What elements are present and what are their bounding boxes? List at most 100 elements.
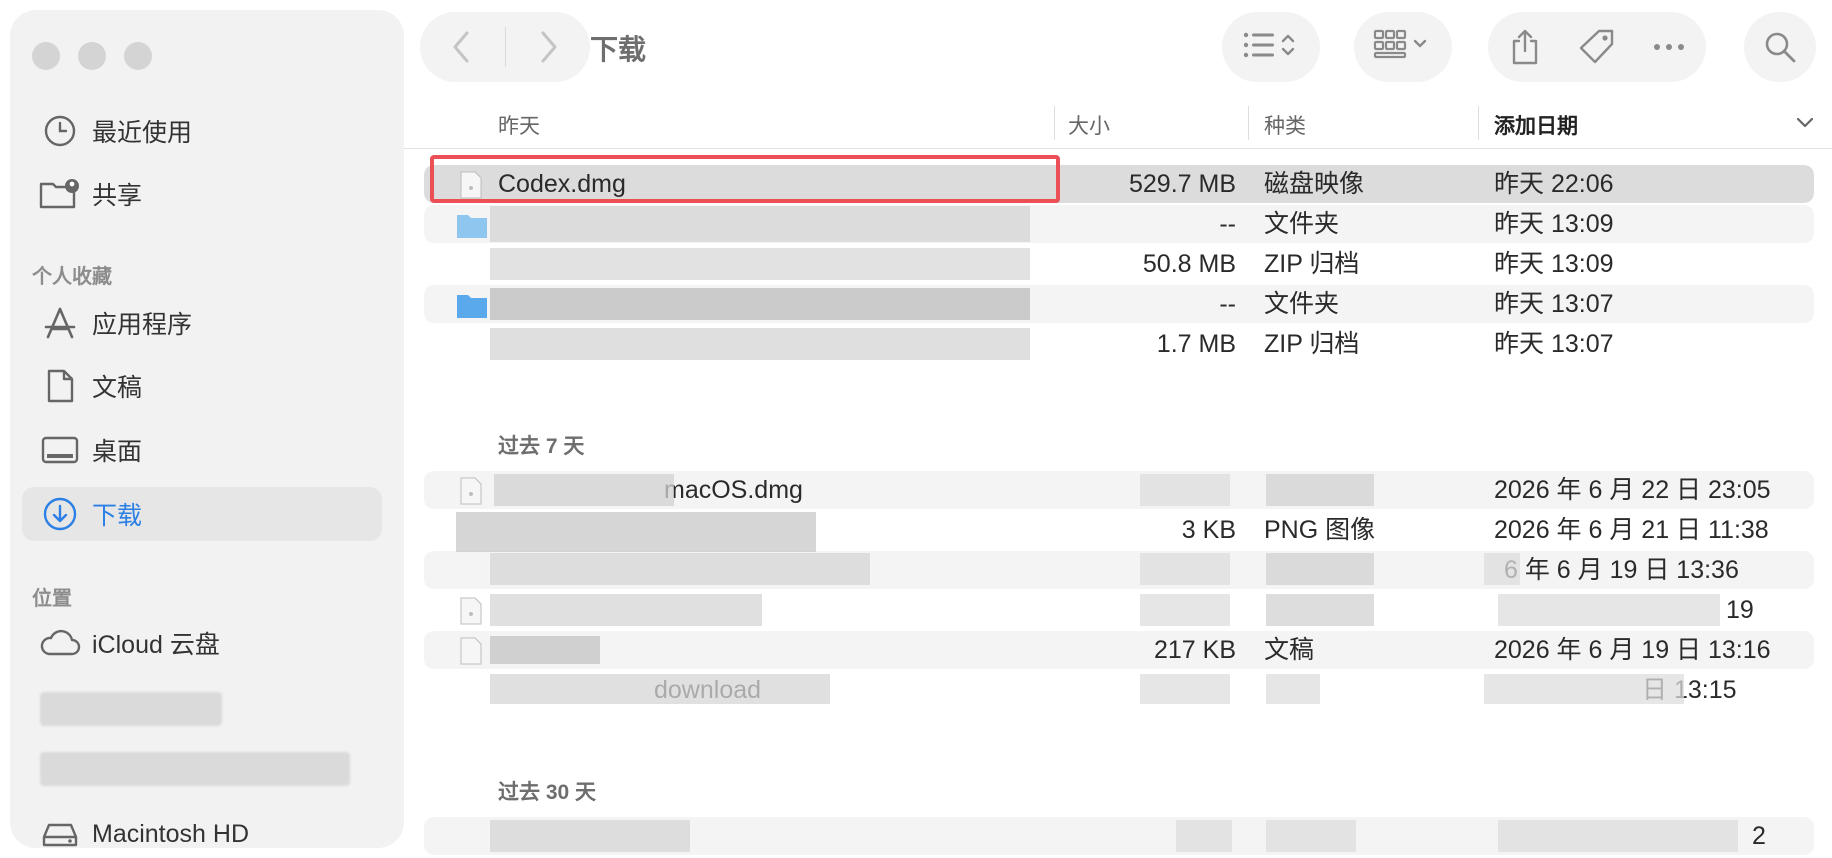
window-title: 下载 xyxy=(590,34,647,65)
sidebar-item-macintosh-hd[interactable]: Macintosh HD xyxy=(22,807,382,858)
sidebar-item-label: 文稿 xyxy=(92,374,143,402)
disk-image-file-icon xyxy=(460,477,482,505)
file-size: 529.7 MB xyxy=(1128,170,1236,198)
sidebar-item-label: 应用程序 xyxy=(92,311,193,339)
locations-section-title: 位置 xyxy=(32,588,72,610)
list-view-button[interactable] xyxy=(1222,12,1320,82)
desktop-icon xyxy=(36,430,84,470)
redacted-name xyxy=(490,328,1030,360)
file-date: 2026 年 6 月 22 日 23:05 xyxy=(1494,476,1771,504)
forward-button[interactable] xyxy=(506,12,591,82)
redacted-date xyxy=(1484,553,1520,585)
sidebar-item-label: 桌面 xyxy=(92,438,143,466)
file-size: -- xyxy=(1219,210,1236,238)
file-size: 1.7 MB xyxy=(1156,330,1236,358)
highlight-box xyxy=(430,155,1060,203)
table-row[interactable]: 217 KB 文稿 2026 年 6 月 19 日 13:16 xyxy=(424,631,1814,669)
share-button[interactable] xyxy=(1489,12,1561,82)
file-date: 昨天 13:09 xyxy=(1494,210,1614,238)
redacted-name xyxy=(490,553,870,585)
applications-icon xyxy=(36,303,84,343)
document-icon xyxy=(36,366,84,406)
redacted-name xyxy=(490,288,1030,320)
sidebar-item-applications[interactable]: 应用程序 xyxy=(22,296,382,350)
file-kind: PNG 图像 xyxy=(1264,516,1376,544)
file-size: 3 KB xyxy=(1181,516,1236,544)
close-window-button[interactable] xyxy=(32,42,60,70)
redacted-size xyxy=(1140,674,1230,704)
sidebar-item-desktop[interactable]: 桌面 xyxy=(22,423,382,477)
file-name: macOS.dmg xyxy=(664,476,803,504)
group-by-button[interactable] xyxy=(1354,12,1452,82)
more-button[interactable] xyxy=(1633,12,1705,82)
redacted-size xyxy=(1140,594,1230,626)
file-date: 昨天 13:09 xyxy=(1494,250,1614,278)
file-date: 昨天 13:07 xyxy=(1494,290,1614,318)
search-button[interactable] xyxy=(1744,12,1816,82)
document-file-icon xyxy=(460,637,482,665)
divider xyxy=(404,148,1832,149)
file-date: 昨天 22:06 xyxy=(1494,170,1614,198)
favorites-section-title: 个人收藏 xyxy=(32,266,112,288)
zoom-window-button[interactable] xyxy=(124,42,152,70)
redacted-location xyxy=(40,692,222,726)
redacted-name xyxy=(490,594,762,626)
file-kind: ZIP 归档 xyxy=(1264,250,1360,278)
share-icon xyxy=(1512,29,1538,65)
redacted-location xyxy=(40,752,350,786)
tags-button[interactable] xyxy=(1561,12,1633,82)
sort-chevron-icon[interactable] xyxy=(1796,116,1814,134)
column-header-date-added[interactable]: 添加日期 xyxy=(1494,110,1578,140)
sidebar-item-icloud[interactable]: iCloud 云盘 xyxy=(22,616,382,670)
redacted-name xyxy=(490,674,830,704)
disk-icon xyxy=(36,814,84,854)
group-title-past-30-days: 过去 30 天 xyxy=(498,781,597,804)
file-kind: 磁盘映像 xyxy=(1264,170,1365,198)
sidebar-item-documents[interactable]: 文稿 xyxy=(22,359,382,413)
file-date: 2026 年 6 月 21 日 11:38 xyxy=(1494,516,1769,544)
list-view-icon xyxy=(1241,28,1301,67)
ellipsis-icon xyxy=(1654,44,1684,50)
file-kind: ZIP 归档 xyxy=(1264,330,1360,358)
file-date: 2 xyxy=(1752,822,1766,850)
file-size: 217 KB xyxy=(1153,636,1236,664)
tag-icon xyxy=(1579,29,1614,64)
actions-group xyxy=(1488,12,1706,82)
redacted-date xyxy=(1484,674,1684,704)
divider xyxy=(1248,106,1249,140)
grid-icon xyxy=(1373,28,1433,67)
redacted-size xyxy=(1140,553,1230,585)
file-kind: 文件夹 xyxy=(1264,210,1340,238)
sidebar-item-label: Macintosh HD xyxy=(92,819,249,848)
redacted-name xyxy=(494,474,674,506)
group-title-past-7-days: 过去 7 天 xyxy=(498,435,585,458)
file-date: 昨天 13:07 xyxy=(1494,330,1614,358)
file-size: 50.8 MB xyxy=(1142,250,1236,278)
file-date: 2026 年 6 月 19 日 13:16 xyxy=(1494,636,1771,664)
clock-icon xyxy=(36,111,84,151)
column-header-kind[interactable]: 种类 xyxy=(1264,110,1306,140)
redacted-kind xyxy=(1266,553,1374,585)
redacted-kind xyxy=(1266,594,1374,626)
sidebar-item-label: 共享 xyxy=(92,182,143,210)
back-button[interactable] xyxy=(420,12,505,82)
redacted-date xyxy=(1498,594,1720,626)
redacted-size xyxy=(1176,820,1232,852)
redacted-kind xyxy=(1266,674,1320,704)
sidebar-item-shared[interactable]: 共享 xyxy=(22,167,382,221)
sidebar-item-recents[interactable]: 最近使用 xyxy=(22,104,382,158)
file-date: 19 xyxy=(1726,596,1754,624)
cloud-icon xyxy=(36,623,84,663)
column-header-size[interactable]: 大小 xyxy=(1068,110,1110,140)
minimize-window-button[interactable] xyxy=(78,42,106,70)
search-icon xyxy=(1765,32,1796,63)
column-header-name[interactable]: 昨天 xyxy=(498,110,540,140)
sidebar-item-downloads[interactable]: 下载 xyxy=(22,487,382,541)
sidebar-item-label: 下载 xyxy=(92,502,143,530)
redacted-date xyxy=(1498,820,1738,852)
redacted-name xyxy=(456,512,816,552)
file-size: -- xyxy=(1219,290,1236,318)
folder-icon xyxy=(457,295,487,318)
file-date: 6 年 6 月 19 日 13:36 xyxy=(1504,556,1739,584)
redacted-name xyxy=(490,206,1030,242)
